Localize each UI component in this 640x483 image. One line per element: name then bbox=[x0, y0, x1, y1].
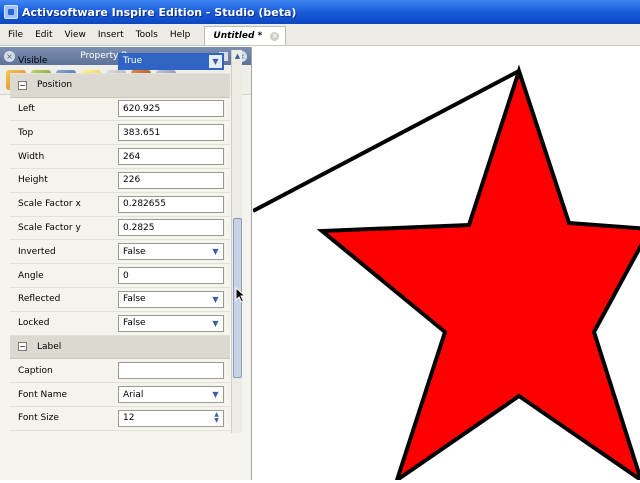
prop-label: Font Size bbox=[18, 413, 59, 424]
prop-label: Width bbox=[18, 151, 45, 162]
collapse-icon[interactable]: − bbox=[18, 80, 27, 90]
menu-file[interactable]: File bbox=[0, 30, 29, 40]
font-size-stepper[interactable]: 12 ▲ ▼ bbox=[118, 409, 224, 427]
canvas-drawing bbox=[252, 64, 640, 483]
angle-field[interactable]: 0 bbox=[118, 267, 224, 285]
caption-field[interactable] bbox=[118, 362, 224, 380]
prop-top: Top 383.651 bbox=[10, 121, 230, 146]
prop-width: Width 264 bbox=[10, 145, 230, 169]
scale-y-field[interactable]: 0.2825 bbox=[118, 219, 224, 237]
prop-reflected: Reflected False ▼ bbox=[10, 288, 230, 312]
prop-scale-y: Scale Factor y 0.2825 bbox=[10, 217, 230, 241]
flipchart-canvas[interactable] bbox=[252, 47, 640, 483]
prop-caption: Caption bbox=[10, 359, 230, 384]
prop-left: Left 620.925 bbox=[10, 98, 230, 122]
menu-tools[interactable]: Tools bbox=[130, 30, 164, 40]
prop-label: Locked bbox=[18, 318, 50, 329]
menu-view[interactable]: View bbox=[59, 30, 92, 40]
section-label[interactable]: − Label bbox=[10, 335, 230, 360]
locked-value: False bbox=[123, 318, 146, 329]
prop-angle: Angle 0 bbox=[10, 264, 230, 288]
prop-visible: Visible True ▼ bbox=[10, 50, 230, 74]
top-field[interactable]: 383.651 bbox=[118, 124, 224, 142]
chevron-down-icon[interactable]: ▼ bbox=[209, 317, 222, 330]
menu-edit[interactable]: Edit bbox=[29, 30, 58, 40]
prop-label: Top bbox=[18, 127, 34, 138]
prop-label: Caption bbox=[18, 365, 53, 376]
left-field[interactable]: 620.925 bbox=[118, 100, 224, 118]
inverted-value: False bbox=[123, 246, 146, 257]
prop-label: Height bbox=[18, 175, 48, 186]
reflected-value: False bbox=[123, 294, 146, 305]
close-tab-icon[interactable]: × bbox=[270, 31, 280, 41]
font-name-select[interactable]: Arial ▼ bbox=[118, 386, 224, 404]
prop-label: Scale Factor x bbox=[18, 199, 81, 210]
menu-insert[interactable]: Insert bbox=[92, 30, 130, 40]
height-field[interactable]: 226 bbox=[118, 171, 224, 189]
scroll-up-icon[interactable]: ▲ bbox=[232, 50, 243, 62]
reflected-select[interactable]: False ▼ bbox=[118, 290, 224, 308]
document-tab[interactable]: Untitled * × bbox=[204, 26, 287, 45]
section-position[interactable]: − Position bbox=[10, 73, 230, 98]
red-star-shape[interactable] bbox=[316, 64, 640, 483]
menu-bar: File Edit View Insert Tools Help Untitle… bbox=[0, 24, 640, 46]
locked-select[interactable]: False ▼ bbox=[118, 314, 224, 332]
window-title: Activsoftware Inspire Edition - Studio (… bbox=[22, 5, 297, 19]
section-label: Position bbox=[37, 80, 73, 91]
prop-font-size: Font Size 12 ▲ ▼ bbox=[10, 407, 230, 431]
prop-label: Font Name bbox=[18, 389, 68, 400]
prop-locked: Locked False ▼ bbox=[10, 312, 230, 336]
scale-x-field[interactable]: 0.282655 bbox=[118, 195, 224, 213]
prop-label: Inverted bbox=[18, 246, 56, 257]
property-scrollbar[interactable]: ▲ bbox=[231, 50, 242, 433]
mouse-cursor-icon bbox=[235, 287, 247, 303]
spinner-icon[interactable]: ▲ ▼ bbox=[211, 411, 222, 425]
prop-font-name: Font Name Arial ▼ bbox=[10, 383, 230, 407]
app-icon bbox=[4, 5, 18, 19]
prop-label: Angle bbox=[18, 270, 44, 281]
chevron-down-icon[interactable]: ▼ bbox=[209, 54, 222, 68]
inverted-select[interactable]: False ▼ bbox=[118, 243, 224, 261]
prop-label: Visible bbox=[18, 56, 48, 67]
prop-inverted: Inverted False ▼ bbox=[10, 240, 230, 265]
prop-label: Reflected bbox=[18, 294, 61, 305]
document-tab-label: Untitled * bbox=[213, 31, 263, 41]
visible-select[interactable]: True ▼ bbox=[118, 52, 224, 70]
section-label-text: Label bbox=[37, 341, 62, 352]
width-field[interactable]: 264 bbox=[118, 148, 224, 166]
menu-help[interactable]: Help bbox=[164, 30, 197, 40]
title-bar: Activsoftware Inspire Edition - Studio (… bbox=[0, 0, 640, 24]
visible-value: True bbox=[123, 56, 143, 67]
prop-label: Scale Factor y bbox=[18, 222, 81, 233]
chevron-down-icon[interactable]: ▼ bbox=[209, 388, 222, 401]
collapse-icon[interactable]: − bbox=[18, 342, 27, 352]
font-name-value: Arial bbox=[123, 389, 144, 400]
chevron-down-icon[interactable]: ▼ bbox=[209, 293, 222, 306]
prop-label: Left bbox=[18, 103, 35, 114]
property-grid: Visible True ▼ − Position Left 620.925 T… bbox=[10, 50, 230, 433]
prop-scale-x: Scale Factor x 0.282655 bbox=[10, 193, 230, 217]
font-size-value: 12 bbox=[123, 413, 135, 424]
prop-height: Height 226 bbox=[10, 169, 230, 193]
chevron-down-icon[interactable]: ▼ bbox=[209, 245, 222, 258]
